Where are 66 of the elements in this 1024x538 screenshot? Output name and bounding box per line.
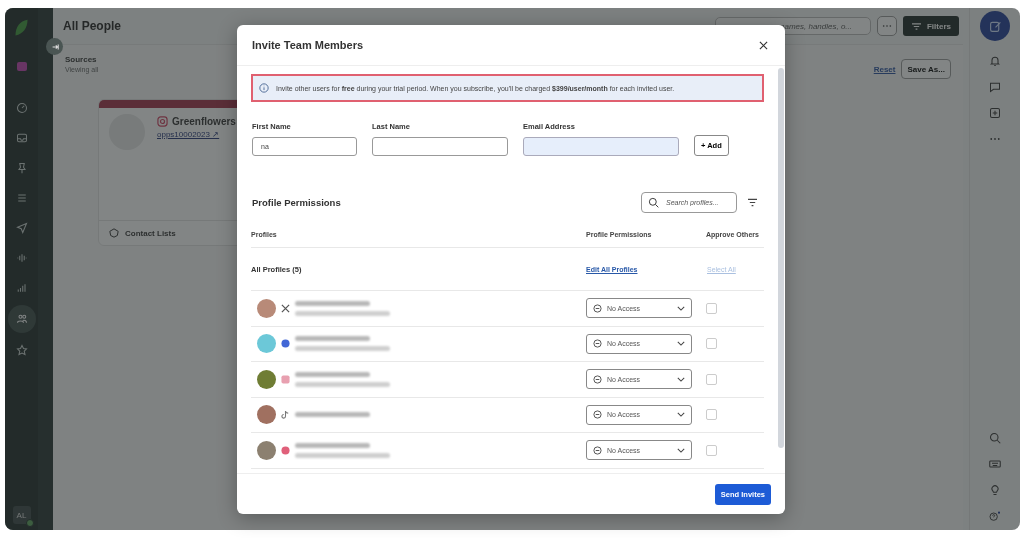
avatar-circle bbox=[257, 405, 276, 425]
minus-circle-icon bbox=[593, 445, 602, 455]
camera-icon bbox=[157, 116, 168, 127]
chevron-down-icon bbox=[677, 376, 685, 382]
app-icon[interactable] bbox=[16, 62, 27, 71]
chevron-down-icon bbox=[677, 305, 685, 311]
input-field[interactable] bbox=[372, 137, 508, 156]
dialog-title: Invite Team Members bbox=[252, 39, 364, 51]
approve-checkbox[interactable] bbox=[706, 373, 717, 385]
section-heading: Profile Permissions bbox=[251, 197, 341, 208]
minus-circle-icon bbox=[593, 374, 602, 384]
ellipsis-icon bbox=[882, 24, 892, 28]
filter-icon bbox=[911, 21, 922, 31]
compose-button[interactable] bbox=[980, 11, 1010, 41]
music-note-icon bbox=[281, 410, 290, 420]
chevron-down-icon bbox=[677, 341, 685, 347]
add-icon[interactable] bbox=[989, 107, 1001, 119]
info-icon bbox=[259, 83, 269, 93]
circle-icon bbox=[281, 445, 290, 455]
star-icon[interactable] bbox=[15, 344, 28, 356]
more-button[interactable] bbox=[877, 16, 897, 36]
lightbulb-icon[interactable] bbox=[989, 484, 1001, 496]
avatar-circle bbox=[257, 334, 276, 354]
approve-checkbox[interactable] bbox=[706, 409, 717, 421]
minus-circle-icon bbox=[593, 410, 602, 420]
collapse-button[interactable] bbox=[46, 38, 63, 55]
search-icon[interactable] bbox=[989, 432, 1001, 444]
scrollbar-thumb[interactable] bbox=[778, 68, 784, 448]
list-icon[interactable] bbox=[15, 192, 28, 204]
tag-icon bbox=[109, 228, 119, 238]
input-field[interactable] bbox=[523, 137, 679, 156]
filters-button[interactable]: Filters bbox=[903, 16, 959, 36]
help-icon[interactable] bbox=[989, 510, 1001, 522]
contact-lists-label: Contact Lists bbox=[125, 228, 176, 238]
contact-name: Greenflowers bbox=[172, 116, 236, 127]
people-icon[interactable] bbox=[15, 313, 28, 325]
keyboard-icon[interactable] bbox=[989, 458, 1001, 470]
avatar-circle bbox=[257, 440, 276, 460]
chevron-down-icon bbox=[677, 447, 685, 453]
circle-icon bbox=[281, 339, 290, 349]
page-title: All People bbox=[63, 19, 121, 33]
contact-handle-link[interactable]: opps10002023 ↗ bbox=[157, 130, 236, 139]
approve-checkbox[interactable] bbox=[706, 302, 717, 314]
avatar-circle bbox=[257, 298, 276, 318]
x-logo-icon bbox=[281, 303, 290, 313]
search-icon bbox=[648, 197, 659, 208]
chat-icon[interactable] bbox=[989, 81, 1001, 93]
compose-icon bbox=[988, 19, 1002, 33]
minus-circle-icon bbox=[593, 339, 602, 349]
approve-checkbox[interactable] bbox=[706, 338, 717, 350]
inbox-icon[interactable] bbox=[15, 132, 28, 144]
minus-circle-icon bbox=[593, 303, 602, 313]
gauge-icon[interactable] bbox=[15, 102, 28, 114]
filter-icon[interactable] bbox=[747, 198, 758, 207]
bar-chart-icon[interactable] bbox=[15, 282, 28, 294]
paper-plane-icon[interactable] bbox=[15, 222, 28, 234]
avatar-circle bbox=[257, 369, 276, 389]
pin-icon[interactable] bbox=[15, 162, 28, 174]
sources-heading: Sources bbox=[65, 55, 98, 64]
arrow-icon bbox=[50, 42, 59, 51]
chevron-down-icon bbox=[677, 412, 685, 418]
approve-checkbox[interactable] bbox=[706, 444, 717, 456]
logo-icon bbox=[14, 18, 29, 38]
bell-icon[interactable] bbox=[989, 55, 1001, 67]
square-icon bbox=[281, 374, 290, 384]
save-as-button[interactable]: Save As... bbox=[901, 59, 951, 79]
